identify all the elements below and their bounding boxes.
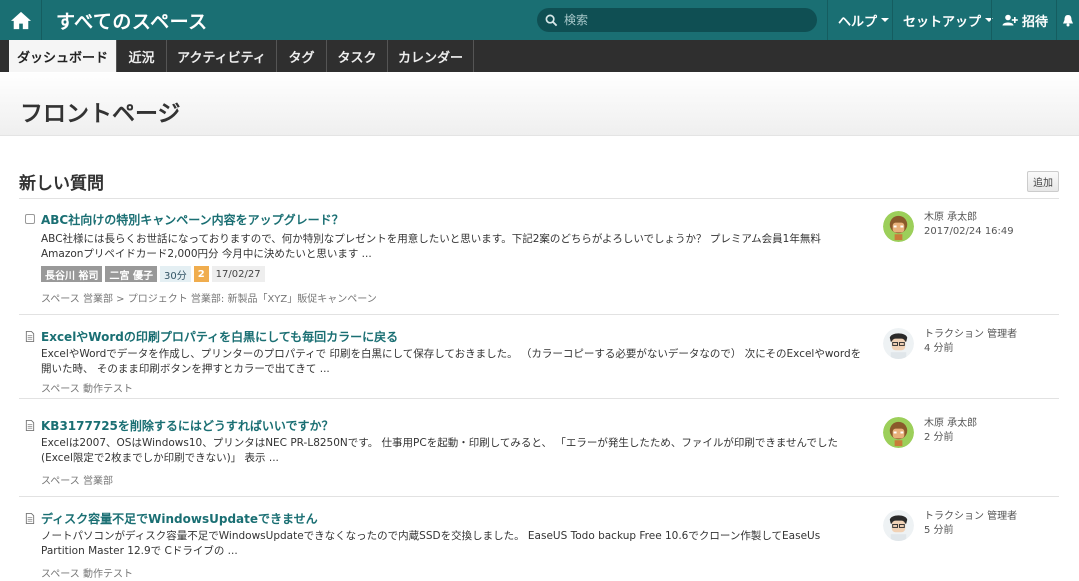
tab-recent[interactable]: 近況	[117, 40, 167, 72]
item-tags: 長谷川 裕司 二宮 優子 30分 2 17/02/27	[41, 266, 265, 282]
home-icon	[10, 11, 31, 30]
item-title[interactable]: KB3177725を削除するにはどうすればいいですか？	[41, 417, 334, 434]
avatar[interactable]	[883, 510, 914, 541]
item-body: ノートパソコンがディスク容量不足でWindowsUpdateできなくなったので内…	[41, 530, 821, 557]
avatar[interactable]	[883, 417, 914, 448]
page-header: フロントページ	[0, 72, 1079, 136]
home-button[interactable]	[0, 0, 42, 40]
item-space[interactable]: スペース 営業部 > プロジェクト 営業部: 新製品「XYZ」販促キャンペーン	[41, 290, 377, 305]
avatar[interactable]	[883, 328, 914, 359]
item-author: トラクション 管理者 4 分前	[924, 328, 1017, 356]
avatar-kihara-icon	[883, 211, 914, 242]
help-label: ヘルプ	[838, 14, 878, 30]
item-space[interactable]: スペース 動作テスト	[41, 380, 133, 395]
item-author: 木原 承太郎 2 分前	[924, 417, 977, 445]
divider	[19, 198, 1059, 199]
divider	[19, 496, 1059, 497]
avatar-admin-icon	[883, 328, 914, 359]
author-name[interactable]: 木原 承太郎	[924, 211, 1014, 225]
tab-bar: ダッシュボード 近況 アクティビティ タグ タスク カレンダー	[0, 40, 1079, 72]
item-title[interactable]: ExcelやWordの印刷プロパティを白黒にしても毎回カラーに戻る	[41, 328, 398, 345]
item-title[interactable]: ABC社向けの特別キャンペーン内容をアップグレード？	[41, 211, 344, 228]
document-icon	[25, 513, 35, 524]
author-name[interactable]: トラクション 管理者	[924, 510, 1017, 524]
invite-button[interactable]: 招待	[991, 0, 1058, 40]
item-space[interactable]: スペース 動作テスト	[41, 565, 133, 580]
item-body: ABC社様には長らくお世話になっておりますので、何か特別なプレゼントを用意したい…	[41, 233, 821, 260]
add-user-icon	[1002, 14, 1018, 26]
avatar[interactable]	[883, 211, 914, 242]
assignee-tag[interactable]: 二宮 優子	[105, 266, 157, 282]
page-title: フロントページ	[20, 101, 181, 127]
help-menu[interactable]: ヘルプ	[827, 0, 899, 40]
tab-calendar[interactable]: カレンダー	[388, 40, 474, 72]
count-badge: 2	[193, 266, 209, 282]
tab-activity[interactable]: アクティビティ	[167, 40, 277, 72]
chevron-down-icon	[881, 18, 890, 22]
item-author: トラクション 管理者 5 分前	[924, 510, 1017, 538]
task-checkbox[interactable]	[25, 214, 35, 224]
document-icon	[25, 331, 35, 342]
divider	[19, 314, 1059, 315]
tab-tasks[interactable]: タスク	[327, 40, 388, 72]
setup-label: セットアップ	[903, 14, 982, 30]
author-name[interactable]: 木原 承太郎	[924, 417, 977, 431]
app-title[interactable]: すべてのスペース	[56, 7, 208, 34]
author-time: 2 分前	[924, 432, 954, 443]
author-time: 2017/02/24 16:49	[924, 226, 1014, 237]
item-body: Excelは2007、OSはWindows10、プリンタはNEC PR-L825…	[41, 437, 838, 464]
author-time: 4 分前	[924, 343, 954, 354]
item-space[interactable]: スペース 営業部	[41, 472, 113, 487]
setup-menu[interactable]: セットアップ	[892, 0, 1003, 40]
document-icon	[25, 420, 35, 431]
bell-icon	[1063, 14, 1073, 26]
divider	[19, 398, 1059, 399]
section-title: 新しい質問	[19, 174, 104, 194]
invite-label: 招待	[1022, 14, 1049, 30]
date-badge: 17/02/27	[211, 266, 265, 282]
assignee-tag[interactable]: 長谷川 裕司	[41, 266, 103, 282]
notifications-button[interactable]	[1056, 0, 1079, 40]
avatar-kihara-icon	[883, 417, 914, 448]
search-icon	[545, 14, 558, 26]
add-button[interactable]: 追加	[1027, 171, 1059, 192]
time-badge: 30分	[159, 266, 191, 282]
author-time: 5 分前	[924, 525, 954, 536]
search-input[interactable]	[564, 13, 804, 27]
top-nav-bar: すべてのスペース ヘルプ セットアップ 招待	[0, 0, 1079, 40]
tab-dashboard[interactable]: ダッシュボード	[9, 40, 117, 72]
avatar-admin-icon	[883, 510, 914, 541]
item-body: ExcelやWordでデータを作成し、プリンターのプロパティで 印刷を白黒にして…	[41, 348, 862, 375]
item-title[interactable]: ディスク容量不足でWindowsUpdateできません	[41, 510, 318, 527]
tab-tags[interactable]: タグ	[277, 40, 327, 72]
search-box[interactable]	[537, 8, 817, 32]
author-name[interactable]: トラクション 管理者	[924, 328, 1017, 342]
item-author: 木原 承太郎 2017/02/24 16:49	[924, 211, 1014, 239]
